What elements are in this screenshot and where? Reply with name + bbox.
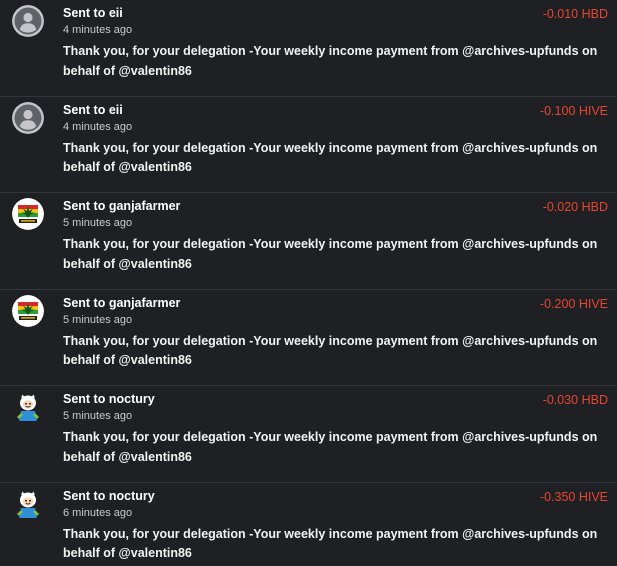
transaction-time: 6 minutes ago xyxy=(63,506,133,519)
transaction-time: 5 minutes ago xyxy=(63,217,133,229)
transaction-title: Sent to ganjafarmer xyxy=(63,199,181,213)
transaction-amount: -0.010 HBD xyxy=(542,7,608,21)
transaction-time: 4 minutes ago xyxy=(63,24,133,36)
transaction-time: 5 minutes ago xyxy=(63,313,133,326)
transaction-amount: -0.020 HBD xyxy=(542,200,608,214)
default-user-icon[interactable] xyxy=(12,101,44,134)
recipient-link[interactable]: ganjafarmer xyxy=(109,199,181,213)
transaction-memo: Thank you, for your delegation -Your wee… xyxy=(63,430,598,464)
transaction-title: Sent to noctury xyxy=(63,488,155,503)
transaction-time: 4 minutes ago xyxy=(63,120,133,133)
transaction-amount: -0.350 HIVE xyxy=(539,489,608,504)
transaction-row: Sent to ganjafarmer 5 minutes ago -0.020… xyxy=(0,193,617,290)
transaction-row: Sent to eii 4 minutes ago -0.010 HBD Tha… xyxy=(0,0,617,97)
transaction-row: Sent to ganjafarmer 5 minutes ago -0.200… xyxy=(0,290,617,386)
transfer-history-list: Sent to eii 4 minutes ago -0.010 HBD Tha… xyxy=(0,0,617,566)
recipient-link[interactable]: eii xyxy=(109,103,123,117)
transaction-title: Sent to noctury xyxy=(63,392,155,406)
ganja-leaf-logo[interactable] xyxy=(12,294,44,327)
transaction-amount: -0.100 HIVE xyxy=(539,103,608,118)
transaction-row: Sent to eii 4 minutes ago -0.100 HIVE Th… xyxy=(0,97,617,193)
recipient-link[interactable]: ganjafarmer xyxy=(109,296,181,310)
transaction-time: 5 minutes ago xyxy=(63,410,133,422)
cartoon-character-avatar[interactable] xyxy=(12,391,44,423)
recipient-link[interactable]: noctury xyxy=(109,392,155,406)
transaction-amount: -0.200 HIVE xyxy=(539,296,608,311)
transaction-row: Sent to noctury 5 minutes ago -0.030 HBD… xyxy=(0,386,617,483)
ganja-leaf-logo[interactable] xyxy=(12,198,44,230)
transaction-amount: -0.030 HBD xyxy=(542,393,608,407)
transaction-memo: Thank you, for your delegation -Your wee… xyxy=(63,44,598,78)
recipient-link[interactable]: eii xyxy=(109,6,123,20)
transaction-memo: Thank you, for your delegation -Your wee… xyxy=(63,237,598,271)
transaction-memo: Thank you, for your delegation -Your wee… xyxy=(63,526,598,561)
transaction-title: Sent to ganjafarmer xyxy=(63,295,181,310)
transaction-title: Sent to eii xyxy=(63,6,123,20)
cartoon-character-avatar[interactable] xyxy=(12,487,44,520)
default-user-icon[interactable] xyxy=(12,5,44,37)
transaction-memo: Thank you, for your delegation -Your wee… xyxy=(63,140,598,175)
transaction-memo: Thank you, for your delegation -Your wee… xyxy=(63,333,598,368)
transaction-title: Sent to eii xyxy=(63,102,123,117)
recipient-link[interactable]: noctury xyxy=(109,489,155,503)
transaction-row: Sent to noctury 6 minutes ago -0.350 HIV… xyxy=(0,483,617,566)
